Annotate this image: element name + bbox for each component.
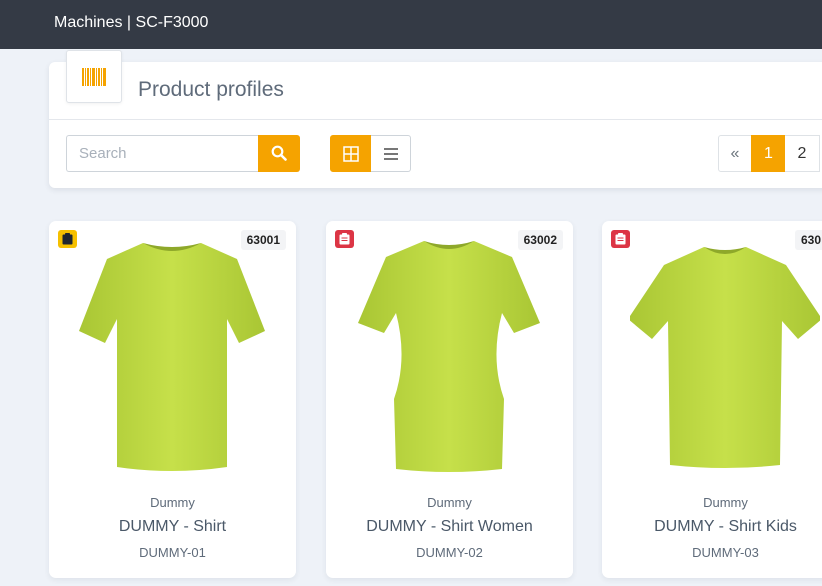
product-sku: DUMMY-03 [692,545,759,560]
status-badge [611,230,630,248]
product-brand: Dummy [703,495,748,510]
grid-view-button[interactable] [330,135,372,172]
tshirt-image [630,247,820,468]
clipboard-icon [62,233,73,245]
product-name[interactable]: DUMMY - Shirt Kids [602,518,822,536]
product-sku: DUMMY-02 [416,545,483,560]
grid-icon [343,146,359,162]
product-brand: Dummy [150,495,195,510]
panel-logo [66,50,122,103]
product-name[interactable]: DUMMY - Shirt Women [326,518,573,536]
page-title: Product profiles [138,78,284,101]
clipboard-icon [339,233,350,245]
list-icon [384,148,398,160]
clipboard-icon [615,233,626,245]
product-brand: Dummy [427,495,472,510]
product-sku: DUMMY-01 [139,545,206,560]
search-button[interactable] [258,135,300,172]
product-card[interactable]: 630 Dummy DUMMY - Shirt Kids DUMMY-03 [602,221,822,578]
product-card[interactable]: 63001 Dummy DUMMY - Shirt DUMMY-01 [49,221,296,578]
top-navbar: Machines | SC-F3000 [0,0,822,49]
barcode-icon [82,68,106,86]
search-input[interactable] [66,135,259,172]
status-badge [58,230,77,248]
pagination-page-1[interactable]: 1 [751,135,786,172]
list-view-button[interactable] [371,135,411,172]
search-icon [271,145,287,161]
product-name[interactable]: DUMMY - Shirt [49,518,296,536]
panel-divider [49,119,822,120]
pagination-prev[interactable]: « [718,135,752,172]
product-card[interactable]: 63002 Dummy DUMMY - Shirt Women DUMMY-02 [326,221,573,578]
tshirt-image [358,241,540,472]
tshirt-image [79,243,265,471]
breadcrumb[interactable]: Machines | SC-F3000 [54,14,208,32]
status-badge [335,230,354,248]
pagination-page-2[interactable]: 2 [785,135,820,172]
product-profiles-panel: Product profiles « 1 2 [49,50,822,188]
